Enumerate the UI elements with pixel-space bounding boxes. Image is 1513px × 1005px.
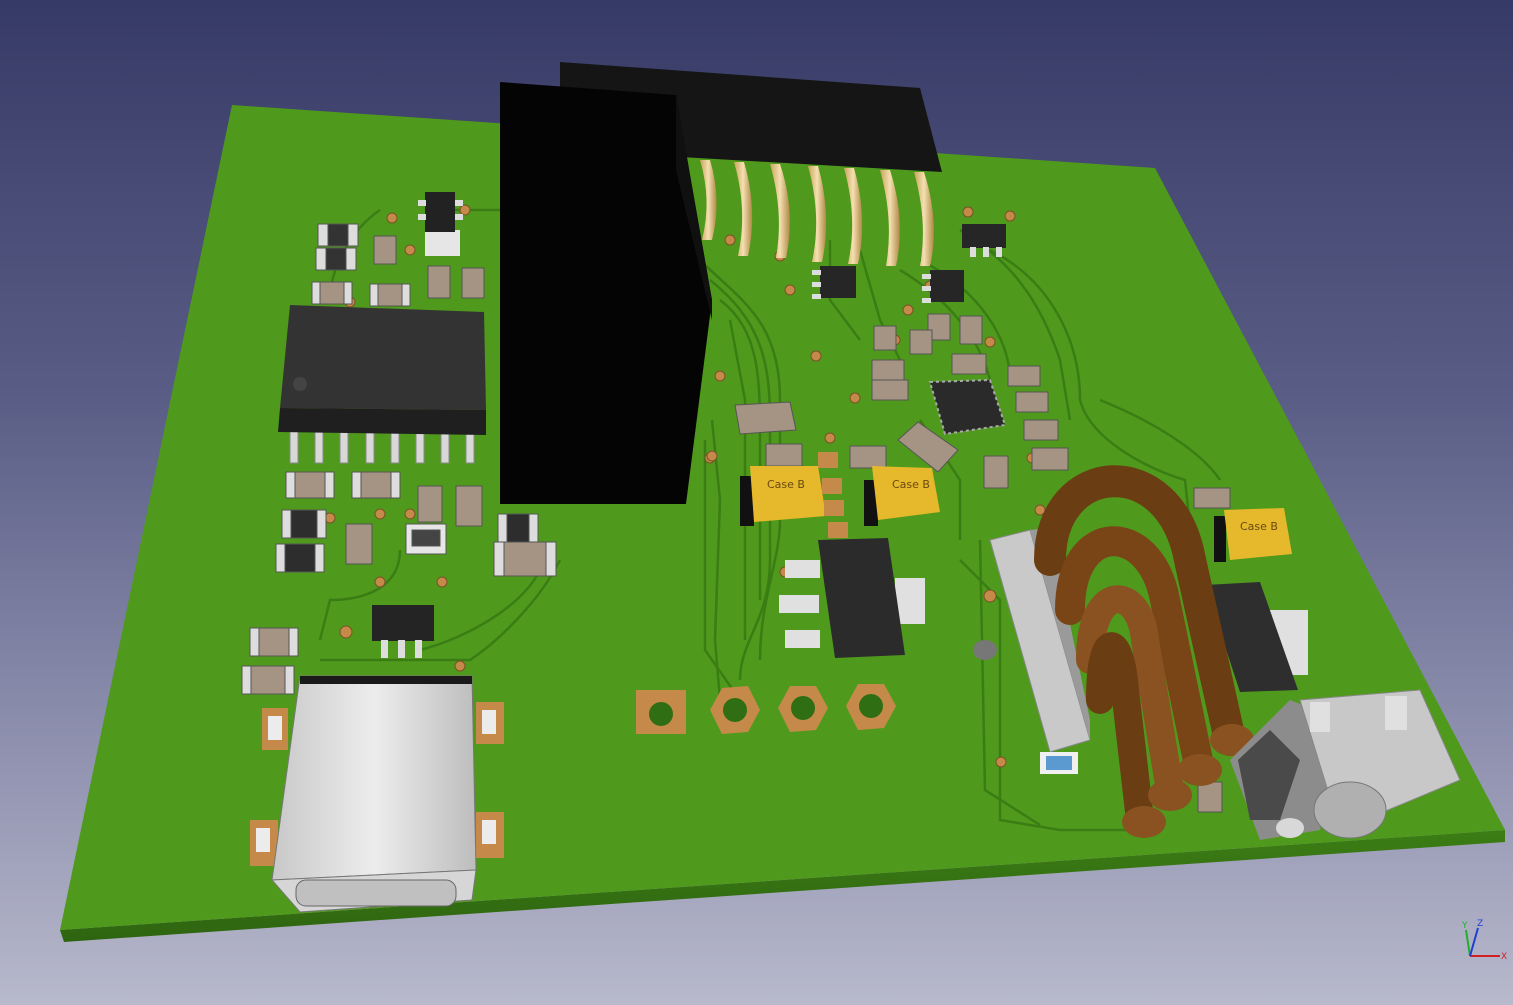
x-axis-label: X [1501, 952, 1507, 962]
capacitor [493, 541, 557, 577]
capacitor [1015, 391, 1049, 413]
capacitor [734, 401, 797, 435]
tantalum-label: Case B [1240, 520, 1278, 533]
capacitor [249, 627, 299, 657]
ic-small [405, 523, 447, 555]
capacitor [983, 455, 1009, 489]
pcb-3d-scene[interactable]: Case B Case B Case B [0, 0, 1513, 1005]
capacitor [427, 265, 451, 299]
capacitor [417, 485, 443, 523]
capacitor [369, 283, 411, 307]
capacitor [461, 267, 485, 299]
resistor [317, 223, 359, 247]
y-axis-label: Y [1461, 921, 1468, 931]
tantalum-cap-1[interactable]: Case B [740, 466, 826, 526]
capacitor [241, 665, 295, 695]
capacitor [1031, 447, 1069, 471]
y-axis-line [1465, 929, 1471, 957]
3d-viewport[interactable]: Case B Case B Case B X Y Z [0, 0, 1513, 1005]
black-module[interactable] [500, 82, 712, 504]
capacitor [1007, 365, 1041, 387]
capacitor [285, 471, 335, 499]
capacitor [909, 329, 933, 355]
ic-sot-a[interactable] [812, 266, 856, 299]
capacitor [351, 471, 401, 499]
tantalum-label: Case B [892, 478, 930, 491]
resistor [275, 543, 325, 573]
ic-sot-b[interactable] [922, 270, 964, 303]
capacitor [849, 445, 887, 469]
resistor [315, 247, 357, 271]
capacitor [1023, 419, 1059, 441]
tantalum-cap-3[interactable]: Case B [1214, 508, 1292, 562]
z-axis-line [1469, 927, 1479, 957]
tantalum-label: Case B [767, 478, 805, 491]
resistor [497, 513, 539, 543]
resistor [281, 509, 327, 539]
capacitor [311, 281, 353, 305]
axis-indicator: X Y Z [1461, 919, 1507, 962]
resistor [1197, 781, 1223, 813]
capacitor [455, 485, 483, 527]
z-axis-label: Z [1477, 919, 1483, 929]
capacitor [951, 353, 987, 375]
capacitor [873, 325, 897, 351]
capacitor [345, 523, 373, 565]
capacitor [959, 315, 983, 345]
capacitor [871, 379, 909, 401]
capacitor [765, 443, 803, 467]
capacitor [871, 359, 905, 381]
capacitor [373, 235, 397, 265]
capacitor [1193, 487, 1231, 509]
